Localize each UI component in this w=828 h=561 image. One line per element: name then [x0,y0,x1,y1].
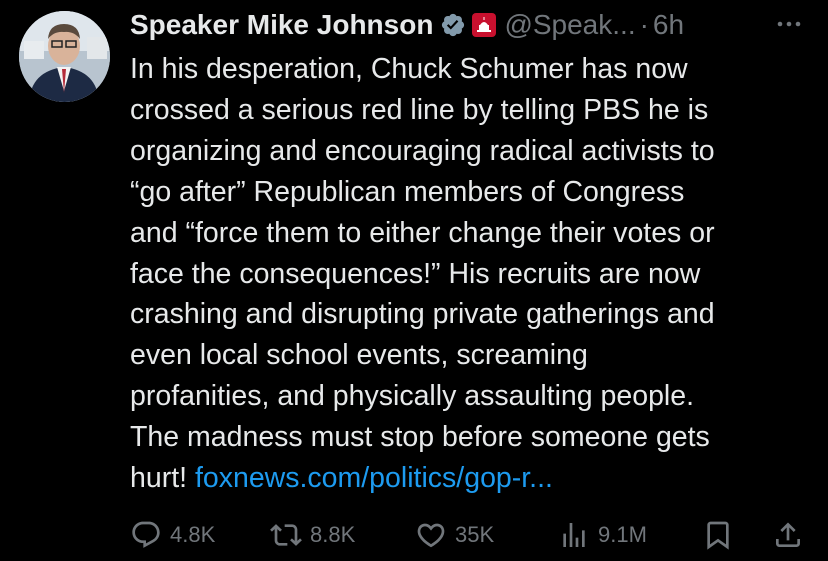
tweet-line: The madness must stop before someone get… [130,421,710,454]
tweet-line: profanities, and physically assaulting p… [130,380,695,413]
timestamp[interactable]: 6h [653,9,684,41]
reply-icon [132,521,160,548]
retweet-count: 8.8K [310,522,356,547]
tweet-line: and “force them to either change their v… [130,216,715,249]
bookmark-button[interactable] [702,515,734,555]
tweet-line: crossed a serious red line by telling PB… [130,93,709,126]
retweet-icon [270,524,302,546]
tweet-line: face the consequences!” His recruits are… [130,257,701,290]
author-name[interactable]: Speaker Mike Johnson [130,9,433,41]
tweet-line-last: hurt! foxnews.com/politics/gop-r... [130,458,810,499]
like-button[interactable]: 35K [415,515,494,555]
reply-count: 4.8K [170,522,216,547]
bookmark-icon [707,521,729,550]
tweet-line: In his desperation, Chuck Schumer has no… [130,53,688,85]
tweet-line: organizing and encouraging radical activ… [130,134,715,167]
like-count: 35K [455,522,495,547]
views-button[interactable]: 9.1M [558,515,647,555]
avatar[interactable] [19,11,110,102]
tweet-line: “go after” Republican members of Congres… [130,175,685,208]
verified-badge-icon[interactable] [440,12,466,38]
tweet-text: In his desperation, Chuck Schumer has no… [130,49,810,499]
capitol-affiliate-icon[interactable] [472,13,497,37]
tweet-header: Speaker Mike Johnson @Speak... · 6h [130,6,804,44]
retweet-button[interactable]: 8.8K [270,515,355,555]
action-bar: 4.8K 8.8K 35K 9.1M [130,515,810,555]
tweet-line-last-text: hurt! [130,462,195,495]
view-count: 9.1M [598,522,647,547]
separator-dot: · [639,9,649,40]
reply-button[interactable]: 4.8K [130,515,215,555]
views-icon [563,523,585,547]
share-button[interactable] [772,515,804,555]
tweet-line: crashing and disrupting private gatherin… [130,298,715,331]
author-handle[interactable]: @Speak... [504,9,635,41]
like-icon [417,523,445,548]
tweet-line: even local school events, screaming [130,339,588,372]
share-icon [776,522,800,547]
article-link[interactable]: foxnews.com/politics/gop-r... [195,462,553,494]
more-icon[interactable] [774,14,804,34]
